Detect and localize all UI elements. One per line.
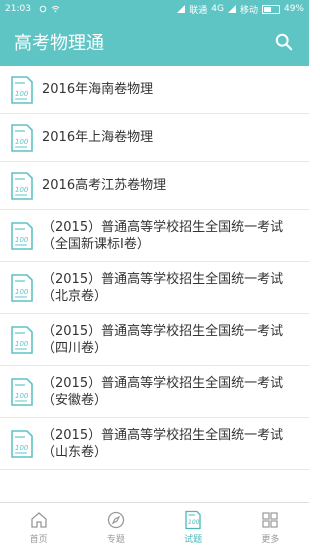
svg-text:100: 100 bbox=[15, 392, 29, 400]
list-item[interactable]: 100 （2015）普通高等学校招生全国统一考试 （全国新课标Ⅰ卷） bbox=[0, 210, 309, 262]
item-subtitle: （四川卷） bbox=[42, 340, 108, 356]
page-title: 高考物理通 bbox=[14, 33, 104, 54]
exam-doc-icon: 100 bbox=[11, 221, 33, 250]
battery-icon bbox=[261, 4, 280, 14]
item-title: （2015）普通高等学校招生全国统一考试 bbox=[42, 219, 284, 235]
svg-text:100: 100 bbox=[15, 138, 29, 146]
compass-icon bbox=[107, 511, 125, 528]
item-title: （2015）普通高等学校招生全国统一考试 bbox=[42, 323, 284, 339]
signal-icon-2 bbox=[227, 5, 236, 13]
list-item[interactable]: 100 （2015）普通高等学校招生全国统一考试 （四川卷） bbox=[0, 314, 309, 366]
tab-exams[interactable]: 100 试题 bbox=[155, 503, 232, 551]
signal-icon bbox=[177, 5, 186, 13]
grid-icon bbox=[262, 511, 278, 528]
tab-home-label: 首页 bbox=[29, 534, 48, 545]
item-title: （2015）普通高等学校招生全国统一考试 bbox=[42, 375, 284, 391]
item-subtitle: （全国新课标Ⅰ卷） bbox=[42, 236, 150, 252]
search-icon bbox=[275, 33, 293, 51]
item-title: 2016年海南卷物理 bbox=[42, 82, 154, 97]
exam-doc-icon: 100 bbox=[11, 273, 33, 302]
list-item[interactable]: 100 2016年上海卷物理 bbox=[0, 114, 309, 162]
item-subtitle: （北京卷） bbox=[42, 288, 108, 304]
svg-text:100: 100 bbox=[15, 288, 29, 296]
list-item[interactable]: 100 2016年海南卷物理 bbox=[0, 66, 309, 114]
exam-list: 100 2016年海南卷物理 100 2016年上海卷物理 100 2016高考… bbox=[0, 66, 309, 502]
exam-doc-icon: 100 bbox=[11, 75, 33, 104]
tab-topics[interactable]: 专题 bbox=[77, 503, 154, 551]
notification-icons bbox=[39, 5, 60, 13]
exam-doc-icon: 100 bbox=[11, 429, 33, 458]
app-bar: 高考物理通 bbox=[0, 18, 309, 66]
carrier-mobile: 移动 bbox=[239, 5, 258, 16]
list-item[interactable]: 100 （2015）普通高等学校招生全国统一考试 （北京卷） bbox=[0, 262, 309, 314]
list-item[interactable]: 100 （2015）普通高等学校招生全国统一考试 （安徽卷） bbox=[0, 366, 309, 418]
search-button[interactable] bbox=[273, 31, 295, 53]
svg-text:100: 100 bbox=[15, 186, 29, 194]
item-title: （2015）普通高等学校招生全国统一考试 bbox=[42, 271, 284, 287]
status-time: 21:03 bbox=[5, 4, 31, 14]
svg-text:100: 100 bbox=[15, 340, 29, 348]
list-item[interactable]: 100 2016高考江苏卷物理 bbox=[0, 162, 309, 210]
exam-doc-icon: 100 bbox=[185, 510, 201, 529]
list-item[interactable]: 100 （2015）普通高等学校招生全国统一考试 （山东卷） bbox=[0, 418, 309, 470]
svg-text:100: 100 bbox=[188, 519, 200, 526]
exam-doc-icon: 100 bbox=[11, 377, 33, 406]
item-title: 2016年上海卷物理 bbox=[42, 130, 154, 145]
exam-doc-icon: 100 bbox=[11, 123, 33, 152]
svg-text:100: 100 bbox=[15, 444, 29, 452]
wifi-icon bbox=[51, 5, 60, 13]
bottom-tab-bar: 首页 专题 100 试题 更多 bbox=[0, 502, 309, 551]
tab-exams-label: 试题 bbox=[184, 534, 203, 545]
tab-more[interactable]: 更多 bbox=[232, 503, 309, 551]
item-title: （2015）普通高等学校招生全国统一考试 bbox=[42, 427, 284, 443]
tab-home[interactable]: 首页 bbox=[0, 503, 77, 551]
svg-text:100: 100 bbox=[15, 236, 29, 244]
exam-doc-icon: 100 bbox=[11, 325, 33, 354]
network-type: 4G bbox=[211, 4, 224, 14]
carrier-unicom: 联通 bbox=[189, 5, 208, 16]
alarm-icon bbox=[39, 5, 47, 13]
item-subtitle: （安徽卷） bbox=[42, 392, 108, 408]
tab-topics-label: 专题 bbox=[106, 534, 125, 545]
exam-doc-icon: 100 bbox=[11, 171, 33, 200]
status-bar: 21:03 联通 4G 移动 49% bbox=[0, 0, 309, 18]
item-title: 2016高考江苏卷物理 bbox=[42, 178, 167, 193]
svg-text:100: 100 bbox=[15, 90, 29, 98]
battery-level: 49% bbox=[283, 4, 304, 14]
item-subtitle: （山东卷） bbox=[42, 444, 108, 460]
tab-more-label: 更多 bbox=[261, 534, 280, 545]
home-icon bbox=[30, 511, 47, 528]
